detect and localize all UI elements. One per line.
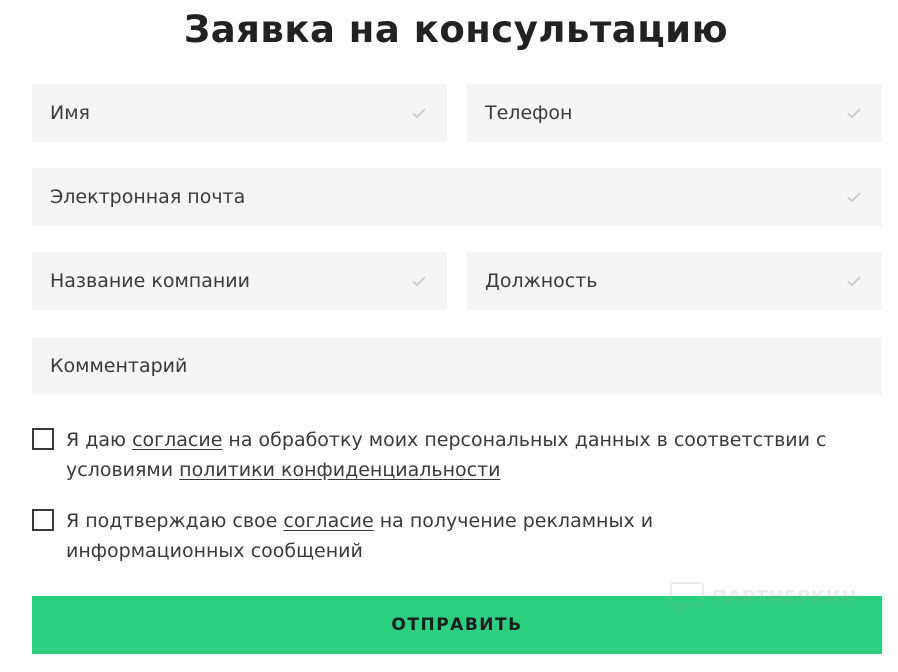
logo — [670, 582, 704, 614]
email-field[interactable]: Электронная почта — [32, 168, 882, 226]
consent-marketing-text: Я подтверждаю свое согласие на получение… — [66, 506, 832, 566]
company-field-label: Название компании — [50, 270, 250, 292]
consent-personal-data: Я даю согласие на обработку моих персона… — [32, 425, 832, 485]
form-title: Заявка на консультацию — [183, 8, 729, 51]
name-field-label: Имя — [50, 102, 90, 124]
check-icon — [846, 105, 862, 121]
position-field[interactable]: Должность — [467, 252, 882, 310]
consent-text-part: Я подтверждаю свое — [66, 510, 284, 532]
consent-link[interactable]: согласие — [283, 510, 373, 532]
phone-field-label: Телефон — [485, 102, 573, 124]
watermark-text: ПАРТНЕРКИН — [712, 586, 857, 608]
check-icon — [411, 105, 427, 121]
consent-personal-data-text: Я даю согласие на обработку моих персона… — [66, 425, 832, 485]
check-icon — [846, 273, 862, 289]
consent-marketing-checkbox[interactable] — [32, 509, 54, 531]
check-icon — [846, 189, 862, 205]
privacy-policy-link[interactable]: политики конфиденциальности — [179, 459, 500, 481]
phone-field[interactable]: Телефон — [467, 84, 882, 142]
consent-text-part: Я даю — [66, 429, 133, 451]
consent-personal-data-checkbox[interactable] — [32, 428, 54, 450]
consent-link[interactable]: согласие — [132, 429, 222, 451]
comment-field-label: Комментарий — [50, 355, 188, 377]
watermark: ПАРТНЕРКИН — [670, 582, 857, 614]
consent-marketing: Я подтверждаю свое согласие на получение… — [32, 506, 832, 566]
name-field[interactable]: Имя — [32, 84, 447, 142]
check-icon — [411, 273, 427, 289]
comment-field[interactable]: Комментарий — [32, 337, 882, 395]
position-field-label: Должность — [485, 270, 598, 292]
company-field[interactable]: Название компании — [32, 252, 447, 310]
email-field-label: Электронная почта — [50, 186, 246, 208]
